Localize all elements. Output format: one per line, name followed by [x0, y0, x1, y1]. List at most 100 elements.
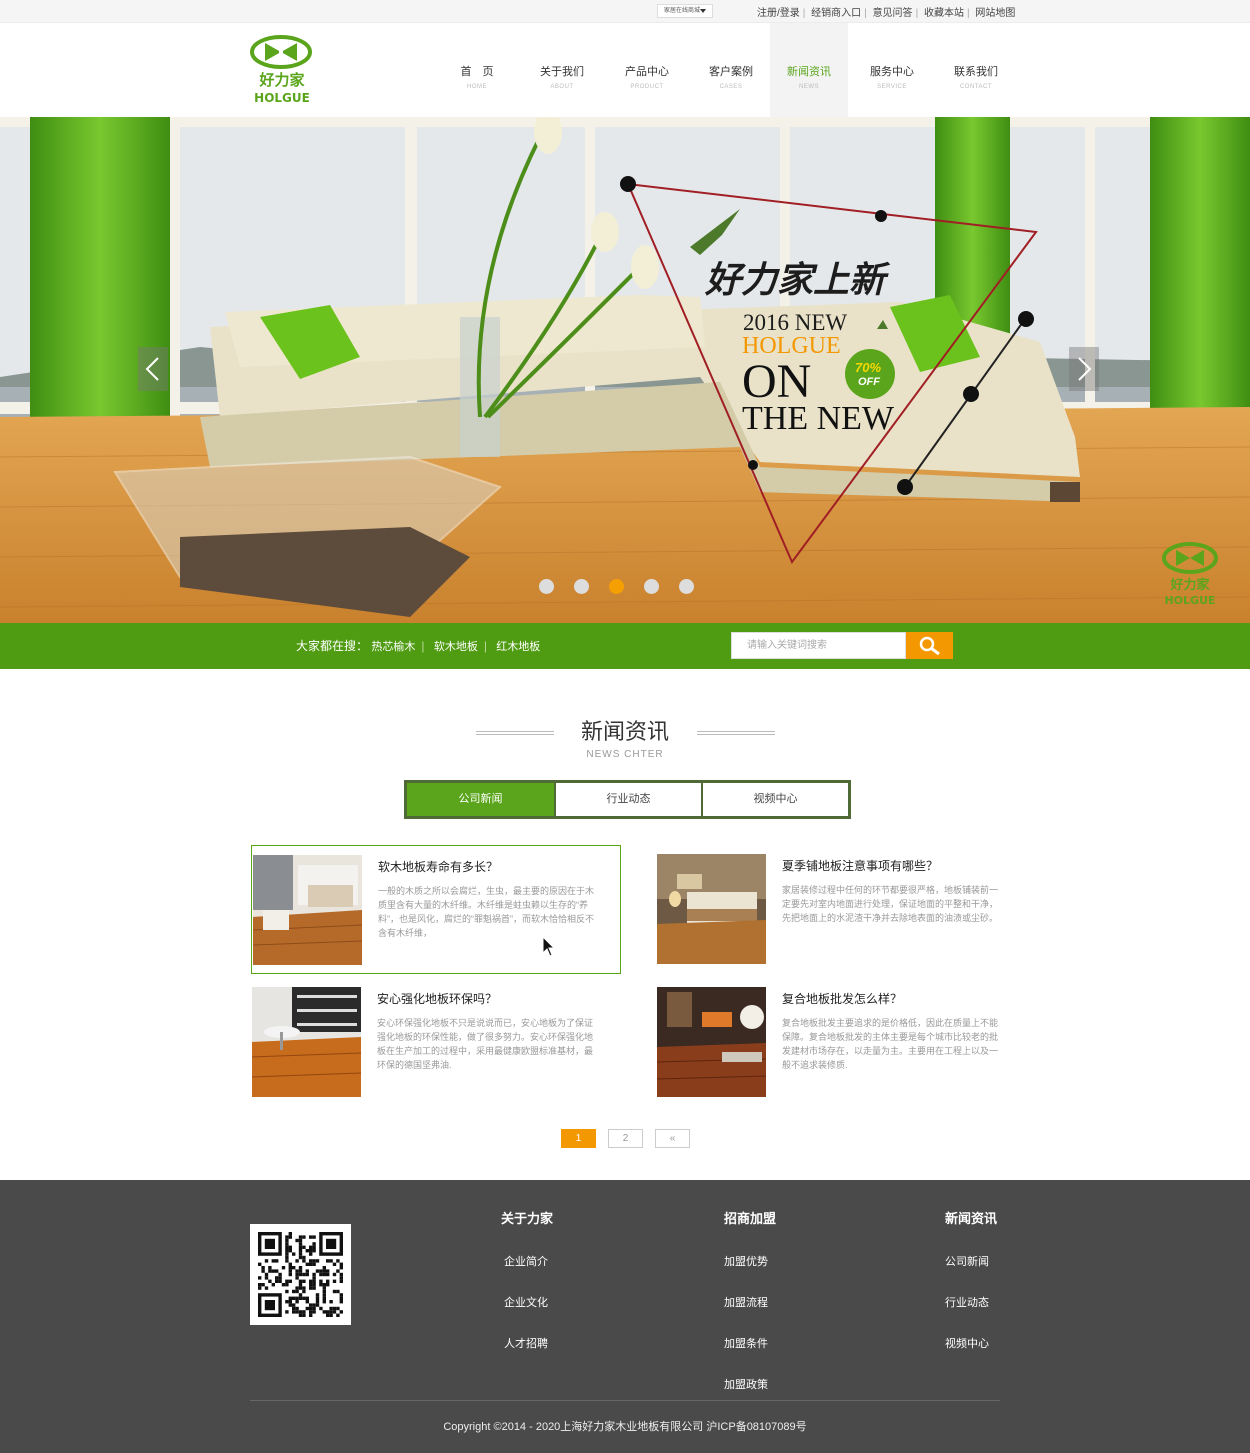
footer-link[interactable]: 视频中心: [945, 1335, 997, 1351]
news-thumbnail: [253, 855, 362, 965]
nav-cases[interactable]: 客户案例 CASES: [692, 23, 770, 117]
news-excerpt: 家居装修过程中任何的环节都要很严格，地板铺装前一定要先对室内地面进行处理，保证地…: [782, 885, 999, 923]
top-bar: 家居在线商城 注册/登录 | 经销商入口 | 意见问答 | 收藏本站 | 网站地图: [0, 0, 1250, 23]
banner-line1: 2016 NEW: [743, 310, 847, 335]
hero-banner: 好力家上新 2016 NEW HOLGUE ON THE NEW 70% OFF…: [0, 117, 1250, 623]
news-title[interactable]: 夏季铺地板注意事项有哪些？: [782, 857, 938, 874]
nav-service[interactable]: 服务中心 SERVICE: [848, 23, 936, 117]
banner-dot[interactable]: [679, 579, 694, 594]
divider: |: [483, 639, 487, 653]
nav-sublabel: SERVICE: [877, 84, 907, 90]
section-title-en: NEWS CHTER: [586, 749, 664, 760]
banner-dot-active[interactable]: [609, 579, 624, 594]
footer-col-news: 新闻资讯 公司新闻 行业动态 视频中心: [945, 1208, 997, 1376]
logo[interactable]: 好力家 HOLGUE: [250, 35, 314, 105]
news-thumbnail: [657, 854, 766, 964]
news-title[interactable]: 安心强化地板环保吗？: [377, 990, 497, 1007]
hot-keyword[interactable]: 红木地板: [496, 641, 540, 653]
nav-sublabel: HOME: [467, 84, 487, 90]
footer-col-about: 关于力家 企业简介 企业文化 人才招聘: [501, 1208, 553, 1376]
divider: |: [915, 8, 919, 19]
nav-label: 关于我们: [540, 66, 584, 78]
banner-dot[interactable]: [644, 579, 659, 594]
search-strip: 大家都在搜： 热芯榆木 | 软木地板 | 红木地板 请输入关键词搜索: [0, 623, 1250, 669]
dealer-link[interactable]: 经销商入口: [811, 8, 861, 19]
section-title-cn: 新闻资讯: [580, 719, 669, 744]
footer-heading: 新闻资讯: [945, 1211, 998, 1226]
nav-about[interactable]: 关于我们 ABOUT: [522, 23, 602, 117]
banner-dot[interactable]: [574, 579, 589, 594]
search-button[interactable]: [906, 632, 953, 659]
chevron-right-icon: [1078, 357, 1092, 381]
banner-pagination: [539, 579, 694, 594]
banner-dot[interactable]: [539, 579, 554, 594]
news-title[interactable]: 软木地板寿命有多长？: [378, 858, 498, 875]
nav-label: 新闻资讯: [787, 66, 831, 78]
news-thumbnail: [657, 987, 766, 1097]
banner-headline: 好力家上新: [704, 259, 891, 301]
footer-heading: 关于力家: [501, 1211, 554, 1226]
footer-link[interactable]: 加盟流程: [724, 1294, 776, 1310]
divider: [250, 1400, 1000, 1401]
nav-label: 产品中心: [625, 66, 669, 78]
hot-keyword[interactable]: 软木地板: [434, 641, 478, 653]
site-select[interactable]: 家居在线商城: [657, 4, 713, 18]
divider: |: [864, 8, 867, 19]
feedback-link[interactable]: 意见问答: [873, 8, 913, 19]
chevron-left-icon: [145, 357, 159, 381]
logo-brand-cn: 好力家: [258, 71, 304, 89]
nav-product[interactable]: 产品中心 PRODUCT: [602, 23, 692, 117]
news-item[interactable]: 软木地板寿命有多长？ 一般的木质之所以会腐烂，生虫，最主要的原因在于木质里含有大…: [251, 845, 621, 974]
svg-text:好力家: 好力家: [1169, 577, 1210, 593]
nav-sublabel: CONTACT: [959, 84, 993, 90]
banner-prev-button[interactable]: [138, 347, 168, 391]
footer-link[interactable]: 加盟条件: [724, 1335, 776, 1351]
badge-pct: 70%: [855, 360, 881, 375]
chevron-down-icon: [700, 9, 706, 13]
news-excerpt: 复合地板批发主要追求的是价格低，因此在质量上不能保障。复合地板批发的主体主要是每…: [782, 1018, 999, 1070]
hot-keyword[interactable]: 热芯榆木: [371, 641, 415, 653]
footer-heading: 招商加盟: [724, 1211, 777, 1226]
tab-video-center[interactable]: 视频中心: [701, 783, 848, 816]
page-2-button[interactable]: 2: [608, 1129, 643, 1148]
nav-contact[interactable]: 联系我们 CONTACT: [936, 23, 1016, 117]
nav-label: 联系我们: [954, 66, 998, 78]
page-1-button[interactable]: 1: [561, 1129, 596, 1148]
footer-link[interactable]: 企业文化: [501, 1294, 553, 1310]
footer-link[interactable]: 公司新闻: [945, 1253, 997, 1269]
nav-label: 客户案例: [709, 66, 753, 78]
news-tabs: 公司新闻 行业动态 视频中心: [404, 780, 851, 819]
login-link[interactable]: 注册/登录: [757, 8, 800, 19]
main-nav: 首 页 HOME 关于我们 ABOUT 产品中心 PRODUCT 客户案例 CASES …: [432, 23, 1016, 117]
search-input[interactable]: 请输入关键词搜索: [731, 632, 906, 659]
nav-home[interactable]: 首 页 HOME: [432, 23, 522, 117]
site-select-label: 家居在线商城: [664, 8, 701, 14]
bookmark-link[interactable]: 收藏本站: [924, 8, 964, 19]
footer-link[interactable]: 加盟优势: [724, 1253, 776, 1269]
footer-link[interactable]: 企业简介: [501, 1253, 553, 1269]
news-title[interactable]: 复合地板批发怎么样？: [782, 990, 902, 1007]
news-item[interactable]: 安心强化地板环保吗？ 安心环保强化地板不只是说说而已，安心地板为了保证强化地板的…: [251, 978, 621, 1107]
nav-sublabel: PRODUCT: [630, 84, 664, 90]
nav-news[interactable]: 新闻资讯 NEWS: [770, 23, 848, 117]
badge-off: OFF: [858, 376, 880, 388]
tab-company-news[interactable]: 公司新闻: [407, 783, 554, 816]
nav-label: 首 页: [460, 66, 494, 78]
tab-industry-news[interactable]: 行业动态: [554, 783, 701, 816]
hot-searches: 大家都在搜： 热芯榆木 | 软木地板 | 红木地板: [296, 637, 540, 654]
svg-text:HOLGUE: HOLGUE: [1164, 594, 1215, 607]
footer-link[interactable]: 人才招聘: [501, 1335, 553, 1351]
news-item[interactable]: 复合地板批发怎么样？ 复合地板批发主要追求的是价格低，因此在质量上不能保障。复合…: [656, 978, 1026, 1107]
banner-next-button[interactable]: [1069, 347, 1099, 391]
footer-link[interactable]: 加盟政策: [724, 1376, 776, 1392]
cursor-icon: [542, 936, 556, 957]
page-prev-button[interactable]: «: [655, 1129, 690, 1148]
news-item[interactable]: 夏季铺地板注意事项有哪些？ 家居装修过程中任何的环节都要很严格，地板铺装前一定要…: [656, 845, 1026, 974]
nav-label: 服务中心: [870, 66, 914, 78]
footer: 关于力家 企业简介 企业文化 人才招聘 招商加盟 加盟优势 加盟流程 加盟条件 …: [0, 1180, 1250, 1453]
footer-col-franchise: 招商加盟 加盟优势 加盟流程 加盟条件 加盟政策: [724, 1208, 776, 1417]
sitemap-link[interactable]: 网站地图: [975, 8, 1015, 19]
divider: |: [966, 8, 970, 19]
banner-image: 好力家上新 2016 NEW HOLGUE ON THE NEW 70% OFF…: [0, 117, 1250, 623]
footer-link[interactable]: 行业动态: [945, 1294, 997, 1310]
